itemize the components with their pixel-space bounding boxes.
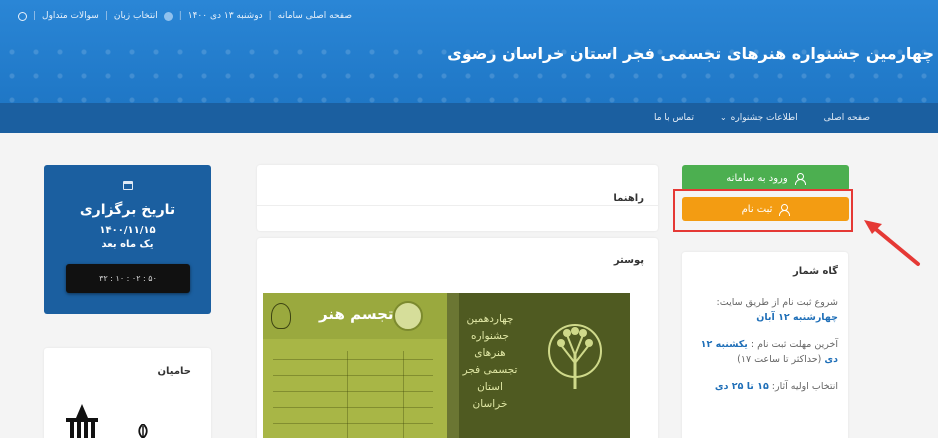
timeline-item-date: ۱۵ تا ۲۵ دی (714, 381, 769, 392)
event-date: ۱۴۰۰/۱۱/۱۵ (99, 225, 156, 236)
poster-seal-icon (393, 301, 423, 331)
form-line (273, 375, 433, 376)
timeline-title: گاه شمار (792, 266, 838, 277)
event-relative-time: یک ماه بعد (101, 239, 154, 250)
login-label: ورود به سامانه (726, 172, 788, 184)
nav-festival-info[interactable]: اطلاعات جشنواره⌄ (720, 113, 798, 123)
divider (257, 205, 658, 206)
event-heading: تاریخ برگزاری (79, 202, 176, 218)
emblem-logo[interactable] (134, 424, 152, 438)
timeline-card: گاه شمار شروع ثبت نام از طریق سایت: چهار… (682, 252, 848, 438)
form-line (273, 391, 433, 392)
main-nav: صفحه اصلی اطلاعات جشنواره⌄ تماس با ما (0, 103, 938, 133)
separator: | (104, 11, 108, 21)
form-line (273, 359, 433, 360)
tree-icon (548, 324, 602, 389)
chevron-down-icon: ⌄ (719, 113, 727, 122)
form-column-line (347, 351, 348, 438)
form-column-line (403, 351, 404, 438)
separator: | (268, 11, 272, 21)
form-line (273, 407, 433, 408)
current-date: دوشنبه ۱۳ دی ۱۴۰۰ (187, 11, 263, 21)
timeline-item: آخرین مهلت ثبت نام : یکشنبه ۱۲ دی (حداکث… (690, 337, 838, 367)
annotation-arrow-icon (864, 220, 920, 266)
sponsor-logo[interactable] (62, 404, 102, 438)
login-button[interactable]: ورود به سامانه (682, 165, 849, 191)
poster-text-strip (447, 293, 459, 438)
sponsors-title: حامیان (157, 366, 191, 377)
search-icon[interactable] (18, 11, 27, 21)
emblem-icon (271, 303, 291, 329)
countdown-timer: ۳۲ : ۱۰ : ۰۲ : ۵۰ (66, 264, 190, 293)
separator: | (178, 11, 182, 21)
timeline-item-text: آخرین مهلت ثبت نام : (747, 339, 838, 350)
timeline-item-note: (حداکثر تا ساعت ۱۷) (737, 354, 822, 365)
nav-home[interactable]: صفحه اصلی (824, 113, 870, 123)
poster-festival-text: چهاردهمین جشنواره هنرهای تجسمی فجر استان… (462, 313, 518, 410)
timeline-item: شروع ثبت نام از طریق سایت: چهارشنبه ۱۲ آ… (690, 295, 838, 325)
festival-poster-image[interactable]: تجسم هنر چهاردهمین جشنواره هنرهای تجسمی … (263, 293, 630, 438)
timeline-item-text: شروع ثبت نام از طریق سایت: (716, 297, 838, 308)
nav-festival-info-label: اطلاعات جشنواره (730, 113, 798, 123)
calendar-icon (123, 181, 133, 190)
poster-title: پوستر (613, 255, 644, 266)
faq-link[interactable]: سوالات متداول (42, 11, 99, 21)
nav-contact[interactable]: تماس با ما (654, 113, 694, 123)
guide-title: راهنما (613, 193, 644, 204)
poster-left-panel: تجسم هنر (263, 293, 447, 438)
poster-art-label: تجسم هنر (319, 305, 394, 323)
home-system-link[interactable]: صفحه اصلی سامانه (278, 11, 352, 21)
event-date-card: تاریخ برگزاری ۱۴۰۰/۱۱/۱۵ یک ماه بعد ۳۲ :… (44, 165, 211, 314)
site-title: چهارمین جشنواره هنرهای تجسمی فجر استان خ… (447, 44, 934, 63)
globe-icon (163, 11, 173, 21)
language-select[interactable]: انتخاب زبان (114, 11, 158, 21)
user-icon (794, 172, 806, 185)
timeline-item-date: چهارشنبه ۱۲ آبان (756, 312, 838, 323)
top-bar: صفحه اصلی سامانه | دوشنبه ۱۳ دی ۱۴۰۰ | ا… (18, 8, 352, 24)
highlight-annotation-box (673, 189, 853, 232)
poster-right-panel: چهاردهمین جشنواره هنرهای تجسمی فجر استان… (447, 293, 630, 438)
guide-card: راهنما (257, 165, 658, 231)
site-header: صفحه اصلی سامانه | دوشنبه ۱۳ دی ۱۴۰۰ | ا… (0, 0, 938, 103)
sponsors-card: حامیان (44, 348, 211, 438)
form-line (273, 423, 433, 424)
timeline-item-text: انتخاب اولیه آثار: (768, 381, 838, 392)
separator: | (33, 11, 37, 21)
timeline-item: انتخاب اولیه آثار: ۱۵ تا ۲۵ دی (690, 379, 838, 394)
